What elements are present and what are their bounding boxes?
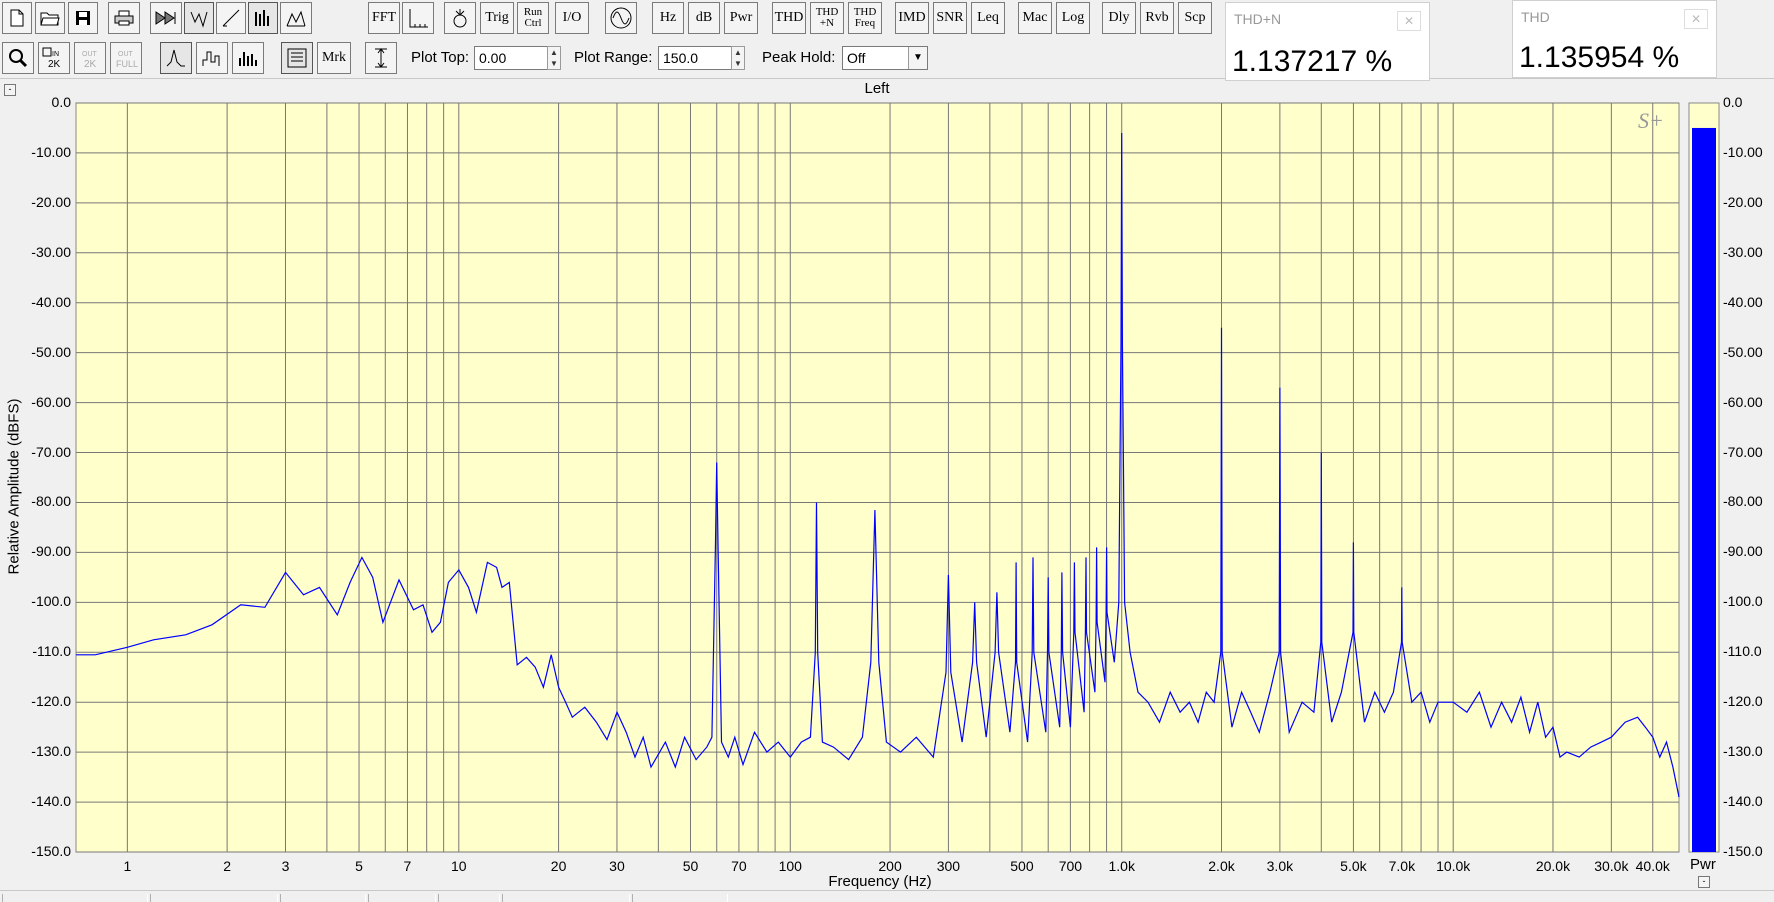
x-tick-label: 3: [281, 858, 290, 874]
x-tick-label: 200: [878, 858, 902, 874]
x-tick-label: 10: [451, 858, 467, 874]
x-tick-label: 10.0k: [1436, 858, 1471, 874]
level-tick-label: -150.0: [1723, 843, 1763, 859]
x-tick-label: 2: [223, 858, 232, 874]
collapse-icon[interactable]: -: [1698, 876, 1710, 888]
y-axis-label: Relative Amplitude (dBFS): [5, 398, 23, 575]
x-tick-label: 1.0k: [1108, 858, 1135, 874]
x-tick-label: 40.0k: [1635, 858, 1670, 874]
x-tick-label: 100: [778, 858, 802, 874]
y-tick-label: -30.00: [31, 243, 71, 260]
level-tick-label: -90.00: [1723, 543, 1763, 560]
x-tick-label: 300: [936, 858, 961, 874]
level-tick-label: -60.00: [1723, 393, 1763, 410]
y-tick-label: -140.0: [31, 793, 71, 810]
level-tick-label: -110.0: [1723, 643, 1762, 660]
spectrum-chart[interactable]: S+: [0, 0, 1774, 890]
x-tick-label: 500: [1010, 858, 1034, 874]
y-tick-label: -40.00: [31, 293, 71, 310]
x-tick-label: 3.0k: [1266, 858, 1294, 874]
y-tick-label: -70.00: [31, 443, 71, 460]
y-tick-label: -150.0: [31, 843, 71, 859]
x-tick-label: 20.0k: [1535, 858, 1571, 874]
x-tick-label: 7.0k: [1388, 858, 1416, 874]
x-tick-label: 7: [403, 858, 412, 874]
y-tick-label: -10.00: [31, 143, 71, 160]
level-tick-label: -100.0: [1723, 593, 1763, 610]
x-tick-label: 5.0k: [1340, 858, 1367, 874]
level-tick-label: -70.00: [1723, 443, 1763, 460]
level-tick-label: -50.00: [1723, 343, 1763, 360]
x-tick-label: 700: [1058, 858, 1083, 874]
x-tick-label: 2.0k: [1208, 858, 1235, 874]
x-axis-label: Frequency (Hz): [828, 873, 932, 890]
plot-area: [75, 102, 1680, 853]
level-tick-label: -10.00: [1723, 143, 1763, 160]
level-tick-label: -80.00: [1723, 493, 1763, 510]
y-tick-label: -90.00: [31, 543, 71, 560]
x-tick-label: 5: [355, 858, 363, 874]
x-tick-label: 30: [609, 858, 625, 874]
y-tick-label: -130.0: [31, 743, 71, 760]
level-tick-label: -40.00: [1723, 293, 1763, 310]
y-tick-label: -100.0: [31, 593, 71, 610]
x-tick-label: 30.0k: [1594, 858, 1629, 874]
level-tick-label: -20.00: [1723, 193, 1763, 210]
logo-icon: S+: [1638, 108, 1664, 133]
level-tick-label: -120.0: [1723, 693, 1763, 710]
level-tick-label: -130.0: [1723, 743, 1763, 760]
y-tick-label: -60.00: [31, 393, 71, 410]
x-tick-label: 50: [682, 858, 699, 874]
level-tick-label: -140.0: [1723, 793, 1763, 810]
y-tick-label: -80.00: [31, 493, 71, 510]
x-tick-label: 1: [123, 858, 132, 874]
y-tick-label: -120.0: [31, 693, 71, 710]
level-tick-label: 0.0: [1723, 94, 1743, 110]
y-tick-label: -20.00: [31, 193, 71, 210]
level-bar-label: Pwr: [1690, 856, 1716, 873]
x-tick-label: 70: [731, 858, 747, 874]
y-tick-label: -50.00: [31, 343, 71, 360]
y-tick-label: -110.0: [32, 643, 71, 660]
y-tick-label: 0.0: [51, 94, 71, 110]
level-tick-label: -30.00: [1723, 243, 1763, 260]
status-bar: [0, 890, 1774, 902]
x-tick-label: 20: [550, 858, 567, 874]
level-bar: [1692, 127, 1716, 852]
